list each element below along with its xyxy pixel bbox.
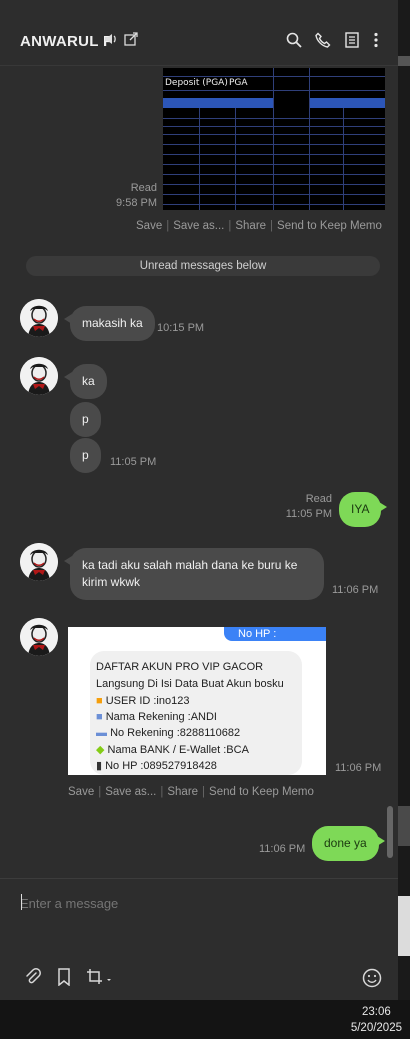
taskbar: 23:06 5/20/2025 (0, 1000, 410, 1039)
save-as-button[interactable]: Save as... (173, 220, 224, 232)
message-time: 11:05 PM (285, 508, 332, 520)
message-time: 11:06 PM (332, 584, 379, 596)
message-bubble[interactable]: p (70, 438, 101, 473)
popout-icon[interactable] (124, 32, 144, 52)
attach-icon[interactable] (24, 968, 44, 988)
message-image-spreadsheet[interactable]: Deposit (PGA) PGA (163, 68, 385, 210)
avatar[interactable] (20, 357, 58, 395)
scrollbar[interactable] (387, 806, 393, 858)
message-bubble[interactable]: makasih ka (64, 306, 155, 341)
image-actions: Save | Save as... | Share | Send to Keep Memo (136, 220, 382, 232)
notes-icon[interactable] (345, 32, 365, 52)
message-bubble[interactable]: ka (64, 364, 107, 399)
avatar[interactable] (20, 299, 58, 337)
share-button[interactable]: Share (167, 786, 198, 798)
keep-memo-button[interactable]: Send to Keep Memo (209, 786, 314, 798)
avatar[interactable] (20, 618, 58, 656)
message-input[interactable] (20, 891, 380, 915)
message-time: 11:06 PM (335, 762, 382, 774)
avatar[interactable] (20, 543, 58, 581)
unread-divider: Unread messages below (26, 256, 380, 276)
message-list[interactable]: Deposit (PGA) PGA Read 9:58 PM Save | Sa… (0, 66, 398, 878)
read-receipt: Read (130, 182, 157, 194)
system-clock[interactable]: 23:06 5/20/2025 (351, 1004, 402, 1036)
save-button[interactable]: Save (136, 220, 162, 232)
more-icon[interactable] (373, 32, 393, 52)
save-button[interactable]: Save (68, 786, 94, 798)
message-time: 11:06 PM (259, 843, 306, 855)
chat-title[interactable]: ANWARUL F (20, 33, 112, 50)
message-time: 9:58 PM (116, 197, 157, 209)
read-receipt: Read (305, 493, 332, 505)
search-icon[interactable] (286, 32, 306, 52)
table-header (309, 98, 385, 108)
emoji-icon[interactable] (362, 968, 382, 988)
phone-pill: No HP : (224, 627, 326, 641)
crop-icon[interactable] (86, 968, 116, 988)
composer (0, 878, 398, 1000)
message-image-form[interactable]: No HP : DAFTAR AKUN PRO VIP GACOR Langsu… (68, 627, 326, 775)
phone-icon[interactable] (315, 32, 335, 52)
chat-header: ANWARUL F (0, 0, 398, 66)
chat-window: ANWARUL F Deposit (PGA) PGA Read 9:58 PM… (0, 0, 398, 1000)
message-time: 11:05 PM (110, 456, 157, 468)
share-button[interactable]: Share (235, 220, 266, 232)
message-bubble-own[interactable]: IYA (339, 492, 388, 527)
speaker-icon[interactable] (104, 32, 124, 52)
message-bubble[interactable]: p (70, 402, 101, 437)
image-actions: Save | Save as... | Share | Send to Keep Memo (68, 786, 314, 798)
message-bubble-own[interactable]: done ya (312, 826, 385, 861)
bookmark-icon[interactable] (56, 968, 76, 988)
save-as-button[interactable]: Save as... (105, 786, 156, 798)
message-bubble[interactable]: ka tadi aku salah malah dana ke buru ke … (64, 548, 324, 600)
message-time: 10:15 PM (157, 322, 205, 334)
text-caret (21, 894, 22, 910)
background-window (398, 0, 410, 1000)
table-header (163, 98, 273, 108)
keep-memo-button[interactable]: Send to Keep Memo (277, 220, 382, 232)
